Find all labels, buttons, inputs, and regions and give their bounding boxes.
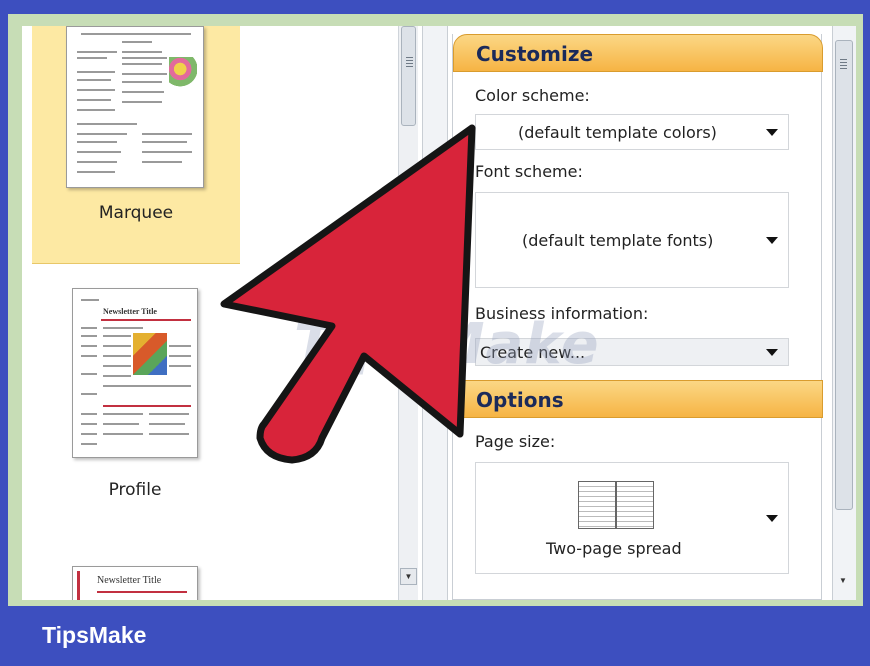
page-frame: Marquee Newsletter Title Profile Newslet… (0, 0, 870, 666)
pointer-arrow-icon (220, 124, 476, 464)
publisher-window: Marquee Newsletter Title Profile Newslet… (22, 26, 856, 600)
brand-logo: TipsMake (42, 622, 147, 648)
